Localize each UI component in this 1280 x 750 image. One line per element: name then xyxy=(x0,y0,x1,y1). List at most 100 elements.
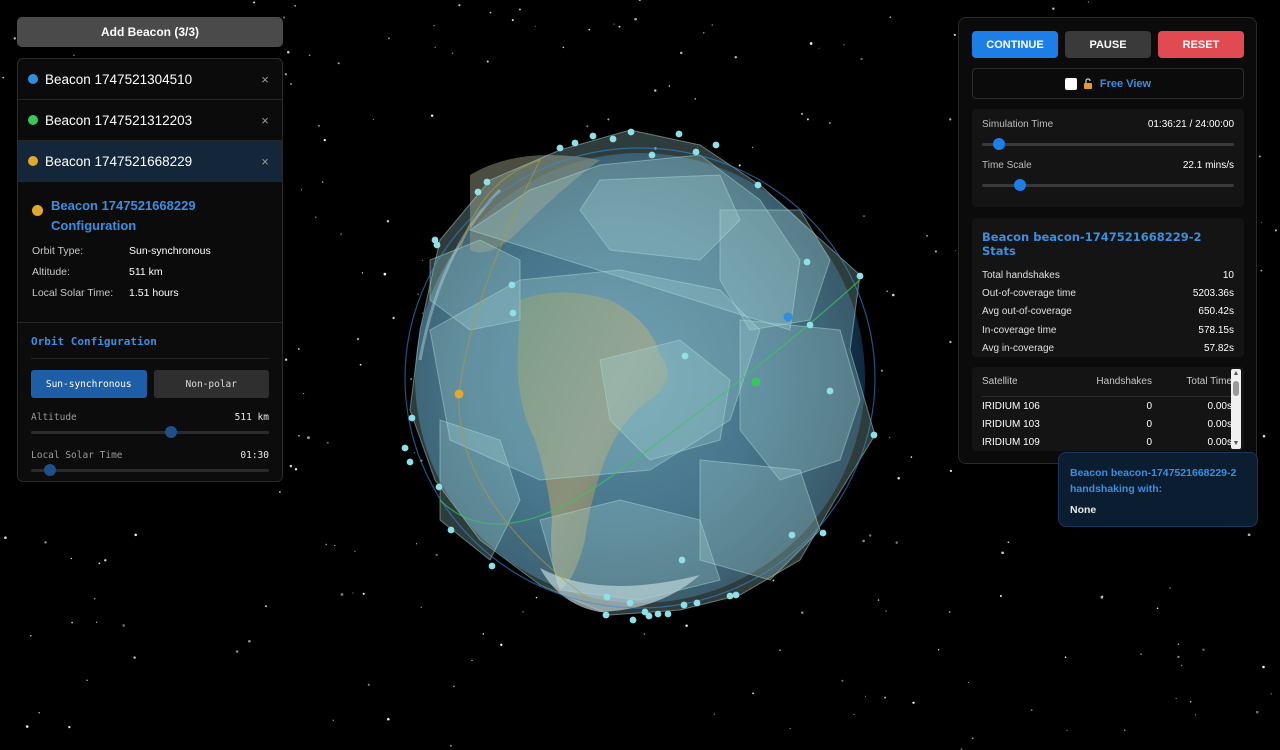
table-scrollbar[interactable]: ▲ ▼ xyxy=(1231,369,1241,449)
lst-slider[interactable] xyxy=(31,464,269,476)
satellite-marker[interactable] xyxy=(664,610,672,618)
satellite-marker[interactable] xyxy=(819,529,827,537)
satellite-marker[interactable] xyxy=(675,130,683,138)
satellite-marker[interactable] xyxy=(589,132,597,140)
beacon-marker-green[interactable] xyxy=(751,377,761,387)
scroll-up-icon[interactable]: ▲ xyxy=(1232,370,1240,378)
satellite-marker[interactable] xyxy=(803,258,811,266)
beacon-list-item[interactable]: Beacon 1747521304510 × xyxy=(18,59,282,100)
satellite-marker[interactable] xyxy=(508,281,516,289)
star xyxy=(1087,1,1090,3)
star xyxy=(853,713,855,715)
beacon-marker-blue[interactable] xyxy=(783,312,793,322)
star xyxy=(367,683,370,686)
beacon-color-dot xyxy=(28,115,38,125)
beacon-list-item-selected[interactable]: Beacon 1747521668229 × xyxy=(18,141,282,182)
satellite-marker[interactable] xyxy=(627,128,635,136)
altitude-slider-thumb[interactable] xyxy=(165,426,178,438)
satellite-marker[interactable] xyxy=(693,599,701,607)
satellite-marker[interactable] xyxy=(712,141,720,149)
beacon-list-item[interactable]: Beacon 1747521312203 × xyxy=(18,100,282,141)
satellite-marker[interactable] xyxy=(856,272,864,280)
satellite-marker[interactable] xyxy=(571,139,579,147)
satellite-marker[interactable] xyxy=(488,562,496,570)
lst-slider-thumb[interactable] xyxy=(44,464,57,476)
satellite-marker[interactable] xyxy=(680,601,688,609)
free-view-toggle[interactable]: Free View xyxy=(972,68,1244,99)
altitude-slider[interactable] xyxy=(31,426,269,438)
star xyxy=(13,37,16,40)
star xyxy=(668,85,671,87)
satellite-marker[interactable] xyxy=(870,431,878,439)
star xyxy=(752,692,754,695)
stat-row: Avg out-of-coverage 650.42s xyxy=(982,306,1234,318)
pause-button[interactable]: PAUSE xyxy=(1065,31,1151,58)
beacon-marker-yellow[interactable] xyxy=(454,389,464,399)
satellite-marker[interactable] xyxy=(474,188,482,196)
close-icon[interactable]: × xyxy=(258,154,272,169)
star xyxy=(806,118,809,121)
time-scale-thumb[interactable] xyxy=(1013,179,1026,191)
star xyxy=(518,8,521,11)
satellite-marker[interactable] xyxy=(509,309,517,317)
star xyxy=(253,1,256,4)
satellite-marker[interactable] xyxy=(754,181,762,189)
add-beacon-button[interactable]: Add Beacon (3/3) xyxy=(17,17,283,47)
satellite-marker[interactable] xyxy=(435,483,443,491)
stat-row: Total handshakes 10 xyxy=(982,269,1234,281)
star xyxy=(383,272,387,276)
satellite-marker[interactable] xyxy=(648,151,656,159)
satellite-marker[interactable] xyxy=(788,531,796,539)
satellite-marker[interactable] xyxy=(556,144,564,152)
close-icon[interactable]: × xyxy=(258,113,272,128)
satellite-marker[interactable] xyxy=(406,458,414,466)
satellite-marker[interactable] xyxy=(726,592,734,600)
star xyxy=(25,725,29,728)
satellite-marker[interactable] xyxy=(681,352,689,360)
satellite-marker[interactable] xyxy=(609,135,617,143)
time-scale-label: Time Scale xyxy=(982,160,1032,171)
star xyxy=(711,24,714,26)
star xyxy=(910,456,913,458)
time-scale-slider[interactable] xyxy=(982,179,1234,191)
scroll-down-icon[interactable]: ▼ xyxy=(1232,440,1240,448)
satellite-marker[interactable] xyxy=(645,612,653,620)
satellite-marker[interactable] xyxy=(678,556,686,564)
satellite-marker[interactable] xyxy=(654,610,662,618)
star xyxy=(586,125,589,128)
satellite-marker[interactable] xyxy=(732,591,740,599)
star xyxy=(967,682,969,684)
star xyxy=(284,73,287,76)
scroll-thumb[interactable] xyxy=(1233,381,1239,396)
star xyxy=(1064,656,1067,659)
satellite-marker[interactable] xyxy=(603,593,611,601)
tab-non-polar[interactable]: Non-polar xyxy=(153,370,269,398)
local-solar-time-label: Local Solar Time: xyxy=(32,287,114,299)
satellite-marker[interactable] xyxy=(447,526,455,534)
satellite-marker[interactable] xyxy=(433,241,441,249)
satellite-marker[interactable] xyxy=(626,599,634,607)
close-icon[interactable]: × xyxy=(258,72,272,87)
satellite-marker[interactable] xyxy=(401,444,409,452)
satellite-marker[interactable] xyxy=(692,148,700,156)
free-view-checkbox[interactable] xyxy=(1064,77,1077,90)
satellite-marker[interactable] xyxy=(483,178,491,186)
reset-button[interactable]: RESET xyxy=(1158,31,1244,58)
config-title: Beacon 1747521668229 Configuration xyxy=(51,198,196,233)
satellite-marker[interactable] xyxy=(806,321,814,329)
star xyxy=(954,250,956,252)
continue-button[interactable]: CONTINUE xyxy=(972,31,1058,58)
tab-sun-synchronous[interactable]: Sun-synchronous xyxy=(31,370,147,398)
satellite-marker[interactable] xyxy=(408,414,416,422)
star xyxy=(1177,643,1180,646)
satellite-marker[interactable] xyxy=(826,387,834,395)
satellite-table[interactable]: Satellite Handshakes Total Time IRIDIUM … xyxy=(972,367,1244,451)
star xyxy=(789,727,791,730)
star xyxy=(38,712,40,714)
satellite-marker[interactable] xyxy=(602,611,610,619)
satellite-marker[interactable] xyxy=(629,616,637,624)
simulation-time-slider[interactable] xyxy=(982,138,1234,150)
star xyxy=(634,17,637,21)
star xyxy=(889,16,892,19)
simulation-time-thumb[interactable] xyxy=(992,138,1005,150)
